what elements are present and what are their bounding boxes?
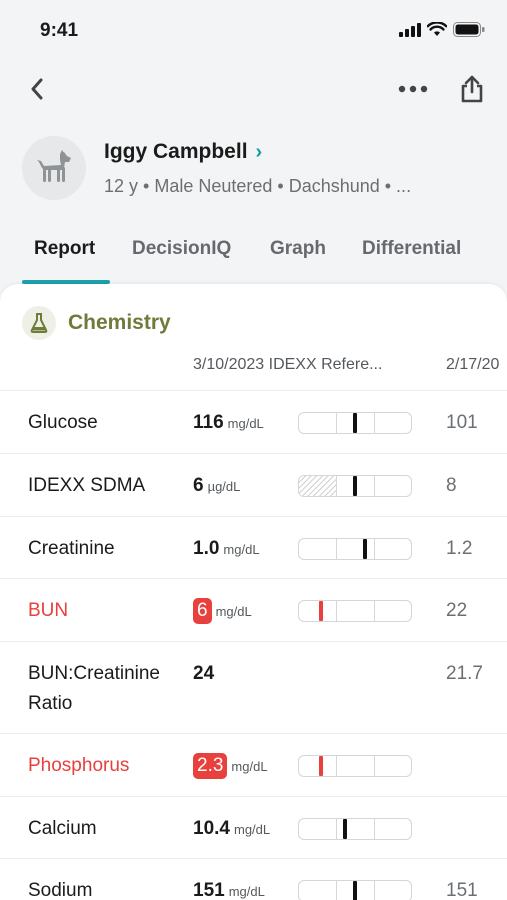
analyte-name: Sodium — [28, 880, 93, 900]
range-marker — [353, 476, 357, 496]
previous-value: 22 — [446, 600, 468, 621]
status-icons — [399, 22, 485, 37]
column-header-previous[interactable]: 2/17/20 — [446, 356, 499, 374]
patient-header[interactable]: Iggy Campbell › 12 y • Male Neutered • D… — [22, 134, 507, 204]
value-unit: mg/dL — [215, 603, 252, 619]
hatched-range-region — [299, 476, 336, 496]
tab-decisioniq[interactable]: DecisionIQ — [132, 238, 231, 260]
range-marker — [363, 539, 367, 559]
analyte-name: Calcium — [28, 818, 97, 839]
chevron-left-icon — [31, 78, 43, 100]
result-value: 24 — [193, 659, 214, 689]
more-horizontal-icon — [398, 85, 428, 93]
share-icon — [461, 75, 483, 103]
previous-value: 8 — [446, 475, 457, 496]
patient-name-text: Iggy Campbell — [104, 140, 248, 163]
tab-report[interactable]: Report — [34, 238, 95, 260]
result-value: 151 mg/dL — [193, 876, 265, 900]
results-card: Chemistry 3/10/2023 IDEXX Refere... 2/17… — [0, 284, 507, 900]
tab-graph[interactable]: Graph — [270, 238, 326, 260]
result-row-bun-creatinine-ratio[interactable]: BUN:Creatinine Ratio 24 21.7 — [0, 641, 507, 733]
value-number-flagged: 2.3 — [193, 753, 228, 779]
chevron-right-icon: › — [255, 140, 263, 163]
reference-range-bar — [298, 538, 412, 560]
value-unit: mg/dL — [231, 758, 268, 774]
reference-range-bar — [298, 600, 412, 622]
result-row-bun[interactable]: BUN 6 mg/dL 22 — [0, 578, 507, 641]
previous-value: 21.7 — [446, 663, 483, 684]
back-button[interactable] — [22, 74, 52, 104]
value-number-flagged: 6 — [193, 598, 212, 624]
value-unit: mg/dL — [233, 821, 271, 837]
top-navigation-bar — [0, 64, 507, 116]
wifi-icon — [427, 22, 447, 36]
analyte-name: IDEXX SDMA — [28, 475, 146, 496]
cellular-signal-icon — [399, 22, 421, 37]
dog-icon — [37, 150, 71, 182]
analyte-name: BUN — [28, 600, 69, 621]
patient-name[interactable]: Iggy Campbell › — [104, 140, 262, 164]
patient-details: 12 y • Male Neutered • Dachshund • ... — [104, 176, 412, 196]
range-marker — [343, 819, 347, 839]
analyte-name: Creatinine — [28, 538, 115, 559]
value-unit: mg/dL — [228, 883, 265, 899]
column-header-current[interactable]: 3/10/2023 IDEXX Refere... — [193, 356, 382, 374]
result-row-sdma[interactable]: IDEXX SDMA 6 µg/dL 8 — [0, 453, 507, 516]
status-bar: 9:41 — [0, 0, 507, 64]
section-title: Chemistry — [68, 311, 171, 334]
analyte-name-line2: Ratio — [28, 693, 73, 714]
result-value: 2.3 mg/dL — [193, 751, 268, 781]
result-value: 1.0 mg/dL — [193, 534, 260, 564]
tab-differential[interactable]: Differential — [362, 238, 461, 260]
result-row-creatinine[interactable]: Creatinine 1.0 mg/dL 1.2 — [0, 516, 507, 578]
reference-range-bar — [298, 755, 412, 777]
range-marker — [319, 601, 323, 621]
result-value: 6 mg/dL — [193, 596, 252, 626]
status-time: 9:41 — [40, 20, 79, 41]
flask-icon — [22, 306, 56, 340]
previous-value: 151 — [446, 880, 478, 900]
result-row-glucose[interactable]: Glucose 116 mg/dL 101 — [0, 390, 507, 453]
range-marker — [353, 881, 357, 900]
value-unit: µg/dL — [207, 478, 241, 494]
value-number: 6 — [193, 475, 204, 496]
battery-icon — [453, 22, 485, 37]
reference-range-bar — [298, 475, 412, 497]
patient-avatar — [22, 136, 86, 200]
share-button[interactable] — [456, 72, 488, 106]
result-value: 6 µg/dL — [193, 471, 240, 501]
reference-range-bar — [298, 818, 412, 840]
analyte-name: Phosphorus — [28, 755, 130, 776]
result-row-sodium[interactable]: Sodium 151 mg/dL 151 — [0, 858, 507, 900]
range-marker — [353, 413, 357, 433]
chemistry-section-header: Chemistry — [22, 306, 171, 340]
value-number: 10.4 — [193, 818, 230, 839]
value-number: 116 — [193, 412, 224, 433]
value-number: 1.0 — [193, 538, 220, 559]
more-options-button[interactable] — [396, 76, 430, 102]
value-number: 24 — [193, 663, 215, 684]
result-value: 116 mg/dL — [193, 408, 264, 438]
result-row-calcium[interactable]: Calcium 10.4 mg/dL — [0, 796, 507, 858]
range-marker — [319, 756, 323, 776]
reference-range-bar — [298, 880, 412, 900]
reference-range-bar — [298, 412, 412, 434]
value-number: 151 — [193, 880, 225, 900]
previous-value: 1.2 — [446, 538, 473, 559]
report-tabs: Report DecisionIQ Graph Differential — [0, 222, 507, 284]
result-row-phosphorus[interactable]: Phosphorus 2.3 mg/dL — [0, 733, 507, 796]
value-unit: mg/dL — [227, 415, 264, 431]
analyte-name: Glucose — [28, 412, 98, 433]
result-value: 10.4 mg/dL — [193, 814, 270, 844]
analyte-name: BUN:Creatinine — [28, 663, 160, 684]
previous-value: 101 — [446, 412, 478, 433]
value-unit: mg/dL — [223, 541, 260, 557]
